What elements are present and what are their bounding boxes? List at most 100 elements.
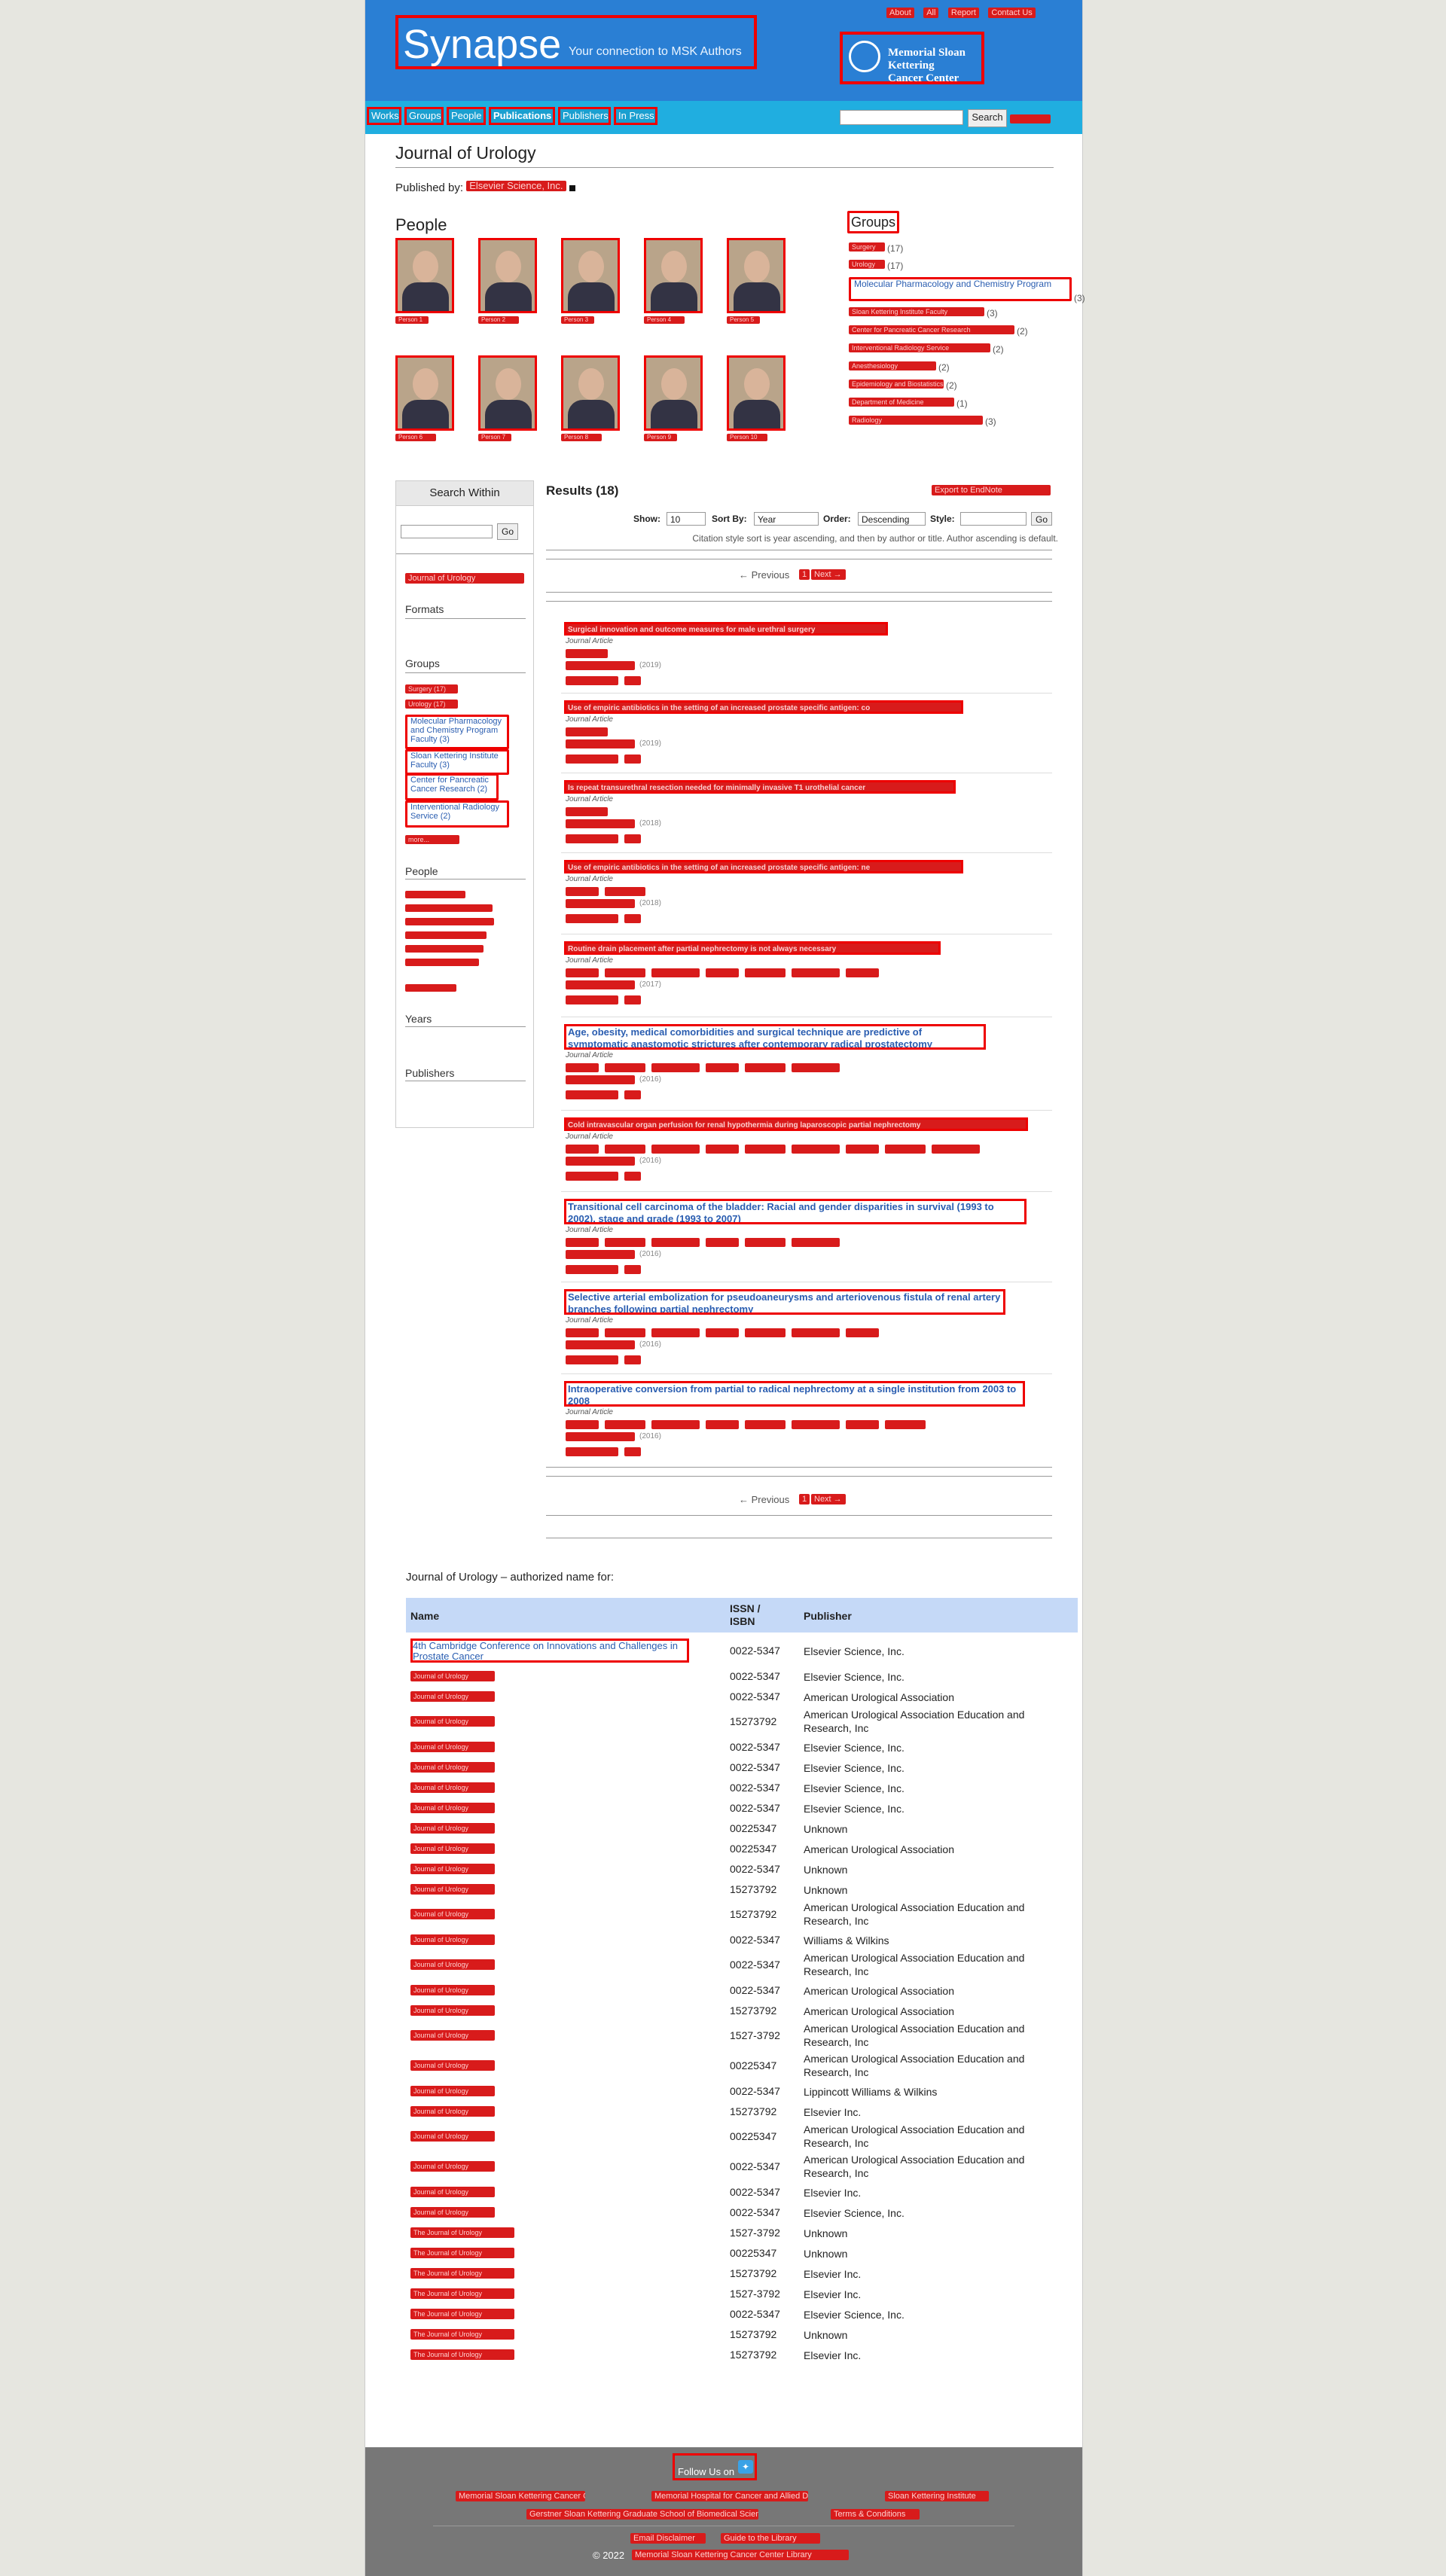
authorized-name-link[interactable]: Journal of Urology [410, 1782, 495, 1793]
sort-go-button[interactable]: Go [1031, 512, 1052, 526]
person-name[interactable]: Person 10 [727, 434, 767, 441]
author-link[interactable] [846, 1420, 879, 1429]
authorized-name-link[interactable]: Journal of Urology [410, 2206, 495, 2218]
authorized-name-link[interactable]: 4th Cambridge Conference on Innovations … [410, 1639, 689, 1663]
author-link[interactable] [932, 1145, 980, 1154]
authorized-name-link[interactable]: Journal of Urology [410, 2161, 495, 2172]
author-link[interactable] [566, 1145, 599, 1154]
next-link-top[interactable]: Next → [811, 569, 846, 580]
twitter-icon[interactable]: ✦ [738, 2460, 753, 2474]
next-link-bottom[interactable]: Next → [811, 1494, 846, 1504]
side-person-item[interactable] [405, 945, 484, 953]
person-photo[interactable] [727, 355, 786, 431]
author-link[interactable] [566, 1063, 599, 1072]
prev-link-top[interactable]: ← Previous [739, 569, 789, 581]
author-link[interactable] [706, 968, 739, 977]
doi-button[interactable] [624, 1447, 641, 1456]
page-current-top[interactable]: 1 [799, 569, 810, 580]
citation-button[interactable] [566, 1265, 618, 1274]
synapse-logo[interactable]: Synapse Your connection to MSK Authors [395, 15, 757, 69]
footer-link-library-guide[interactable]: Guide to the Library [721, 2533, 820, 2544]
citation-button[interactable] [566, 1172, 618, 1181]
sort-select[interactable]: Year [754, 512, 819, 526]
authorized-name-link[interactable]: Journal of Urology [410, 1802, 495, 1813]
person-photo[interactable] [561, 238, 620, 313]
advanced-search-link[interactable] [1010, 114, 1051, 123]
side-person-item[interactable] [405, 904, 493, 912]
side-group-item[interactable]: Urology (17) [405, 700, 458, 709]
source-link[interactable] [566, 1075, 635, 1084]
author-link[interactable] [846, 1328, 879, 1337]
source-link[interactable] [566, 980, 635, 989]
authorized-name-link[interactable]: Journal of Urology [410, 1716, 495, 1727]
person-photo[interactable] [478, 238, 537, 313]
side-person-item[interactable] [405, 891, 465, 898]
author-link[interactable] [885, 1420, 926, 1429]
result-title[interactable]: Is repeat transurethral resection needed… [564, 780, 956, 794]
authorized-name-link[interactable]: Journal of Urology [410, 1863, 495, 1874]
doi-button[interactable] [624, 995, 641, 1004]
authorized-name-link[interactable]: Journal of Urology [410, 1761, 495, 1773]
group-link[interactable]: Department of Medicine [849, 398, 954, 407]
person-card[interactable]: Person 1 [395, 238, 454, 324]
author-link[interactable] [745, 1145, 786, 1154]
side-group-item[interactable]: Surgery (17) [405, 684, 458, 694]
authorized-name-link[interactable]: The Journal of Urology [410, 2328, 514, 2340]
source-link[interactable] [566, 661, 635, 670]
top-link-all[interactable]: All [923, 8, 939, 18]
group-link[interactable]: Radiology [849, 416, 983, 425]
person-name[interactable]: Person 5 [727, 316, 760, 324]
author-link[interactable] [792, 968, 840, 977]
author-link[interactable] [846, 1145, 879, 1154]
person-name[interactable]: Person 1 [395, 316, 429, 324]
author-link[interactable] [605, 1063, 645, 1072]
author-link[interactable] [566, 649, 608, 658]
result-title[interactable]: Cold intravascular organ perfusion for r… [564, 1117, 1028, 1131]
group-link[interactable]: Molecular Pharmacology and Chemistry Pro… [849, 277, 1072, 301]
person-name[interactable]: Person 8 [561, 434, 602, 441]
citation-button[interactable] [566, 1090, 618, 1099]
author-link[interactable] [706, 1238, 739, 1247]
authorized-name-link[interactable]: Journal of Urology [410, 2085, 495, 2096]
author-link[interactable] [846, 968, 879, 977]
author-link[interactable] [605, 887, 645, 896]
author-link[interactable] [605, 1328, 645, 1337]
person-name[interactable]: Person 6 [395, 434, 436, 441]
authorized-name-link[interactable]: The Journal of Urology [410, 2227, 514, 2238]
person-photo[interactable] [395, 238, 454, 313]
rss-icon[interactable] [569, 185, 575, 191]
authorized-name-link[interactable]: Journal of Urology [410, 1690, 495, 1702]
authorized-name-link[interactable]: The Journal of Urology [410, 2288, 514, 2299]
side-group-item[interactable]: Interventional Radiology Service (2) [405, 800, 509, 828]
citation-button[interactable] [566, 1355, 618, 1364]
person-card[interactable]: Person 8 [561, 355, 620, 441]
top-link-about[interactable]: About [886, 8, 914, 18]
result-title[interactable]: Age, obesity, medical comorbidities and … [564, 1024, 986, 1050]
side-person-item[interactable] [405, 984, 456, 992]
source-link[interactable] [566, 1340, 635, 1349]
side-group-item[interactable]: Sloan Kettering Institute Faculty (3) [405, 749, 509, 775]
author-link[interactable] [792, 1328, 840, 1337]
source-link[interactable] [566, 739, 635, 748]
result-title[interactable]: Use of empiric antibiotics in the settin… [564, 860, 963, 873]
side-person-item[interactable] [405, 931, 487, 939]
author-link[interactable] [566, 1328, 599, 1337]
person-card[interactable]: Person 2 [478, 238, 537, 324]
authorized-name-link[interactable]: The Journal of Urology [410, 2247, 514, 2258]
group-link[interactable]: Epidemiology and Biostatistics [849, 380, 944, 389]
author-link[interactable] [706, 1420, 739, 1429]
person-name[interactable]: Person 9 [644, 434, 677, 441]
authorized-name-link[interactable]: Journal of Urology [410, 2004, 495, 2016]
doi-button[interactable] [624, 755, 641, 764]
author-link[interactable] [651, 1063, 700, 1072]
group-link[interactable]: Sloan Kettering Institute Faculty [849, 307, 984, 316]
search-within-go[interactable]: Go [497, 523, 518, 540]
footer-link-email-disclaimer[interactable]: Email Disclaimer [630, 2533, 706, 2544]
person-photo[interactable] [395, 355, 454, 431]
authorized-name-link[interactable]: Journal of Urology [410, 2060, 495, 2071]
author-link[interactable] [745, 968, 786, 977]
citation-button[interactable] [566, 755, 618, 764]
author-link[interactable] [651, 968, 700, 977]
citation-button[interactable] [566, 995, 618, 1004]
follow-us[interactable]: Follow Us on ✦ [673, 2453, 757, 2480]
